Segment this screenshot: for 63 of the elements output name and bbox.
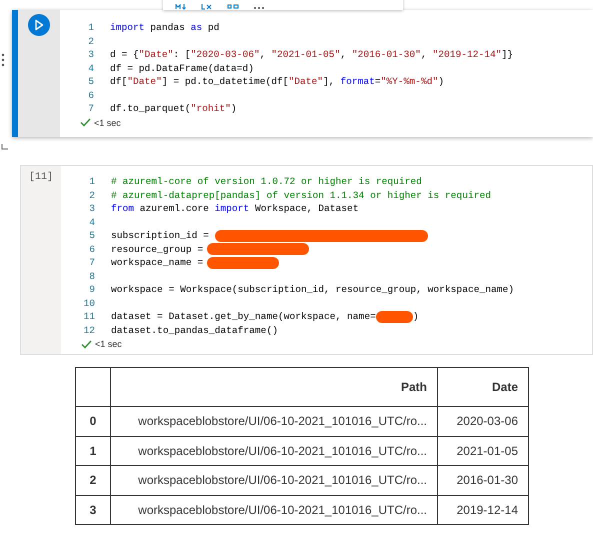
table-cell: 2019-12-14	[438, 495, 528, 524]
check-icon	[80, 118, 91, 127]
split-cell-icon[interactable]	[227, 4, 239, 10]
line-number: 12	[82, 324, 95, 336]
code-line: # azureml-dataprep[pandas] of version 1.1.34 or higher is required	[111, 190, 491, 201]
code-line: # azureml-core of version 1.0.72 or higher is required	[111, 176, 422, 188]
line-number: 3	[88, 203, 95, 214]
run-time: <1 sec	[95, 339, 122, 349]
code-line: dataset = Dataset.get_by_name(workspace, name=	[111, 311, 376, 322]
redaction-mark	[376, 310, 413, 323]
table-cell: workspaceblobstore/UI/06-10-2021_101016_UTC/ro...	[110, 436, 438, 466]
check-icon	[81, 340, 92, 348]
table-cell: workspaceblobstore/UI/06-10-2021_101016_UTC/ro...	[110, 466, 438, 495]
run-time: <1 sec	[94, 118, 121, 128]
line-number: 9	[88, 284, 95, 296]
code-line: resource_group =	[111, 244, 204, 255]
line-number: 2	[88, 190, 95, 201]
table-cell: 2021-01-05	[438, 436, 528, 466]
markdown-icon[interactable]	[175, 4, 187, 10]
column-header	[76, 368, 110, 406]
line-number: 7	[88, 257, 95, 268]
line-number: 5	[87, 76, 94, 88]
row-index: 3	[76, 495, 110, 524]
line-number: 6	[88, 244, 95, 255]
table-cell: workspaceblobstore/UI/06-10-2021_101016_UTC/ro...	[110, 495, 438, 524]
line-number: 3	[87, 49, 94, 60]
code-line: dataset.to_pandas_dataframe()	[111, 324, 278, 336]
row-index: 0	[76, 406, 110, 436]
line-number: 2	[87, 36, 94, 47]
code-line: workspace = Workspace(subscription_id, resource_group, workspace_name)	[111, 284, 514, 296]
code-line: workspace_name =	[111, 257, 204, 268]
corner-mark-icon	[0, 144, 8, 150]
code-line: df = pd.DataFrame(data=d)	[110, 62, 254, 74]
more-icon[interactable]	[253, 4, 265, 10]
table-cell: workspaceblobstore/UI/06-10-2021_101016_UTC/ro...	[110, 406, 438, 436]
line-number: 10	[82, 298, 95, 309]
line-number: 5	[88, 230, 95, 242]
code-line: import pandas as pd	[110, 22, 220, 34]
line-number: 4	[88, 216, 95, 228]
line-number: 1	[88, 176, 95, 188]
run-button[interactable]	[28, 14, 50, 36]
table-cell: 2016-01-30	[438, 466, 528, 495]
line-number: 8	[88, 270, 95, 282]
line-number: 4	[87, 62, 94, 74]
code-line: df["Date"] = pd.to_datetime(df["Date"], format="%Y-%m-%d")	[110, 76, 444, 88]
play-icon	[34, 19, 44, 31]
line-number: 1	[87, 22, 94, 34]
code-line: from azureml.core import Workspace, Dataset	[111, 203, 359, 214]
clear-output-icon[interactable]	[201, 4, 213, 10]
line-number: 11	[82, 311, 95, 322]
line-number: 6	[87, 90, 94, 101]
drag-handle-icon[interactable]	[1, 52, 5, 68]
code-line: d = {"Date": ["2020-03-06", "2021-01-05", "2016-01-30", "2019-12-14"]}	[110, 49, 514, 60]
execution-count: [11]	[28, 170, 53, 185]
code-line: )	[412, 311, 419, 322]
row-index: 1	[76, 436, 110, 466]
row-index: 2	[76, 466, 110, 495]
table-cell: 2020-03-06	[438, 406, 528, 436]
code-line: df.to_parquet("rohit")	[110, 103, 237, 114]
code-line: subscription_id =	[111, 230, 210, 242]
column-header: Path	[110, 368, 438, 406]
column-header: Date	[438, 368, 528, 406]
line-number: 7	[87, 103, 94, 114]
